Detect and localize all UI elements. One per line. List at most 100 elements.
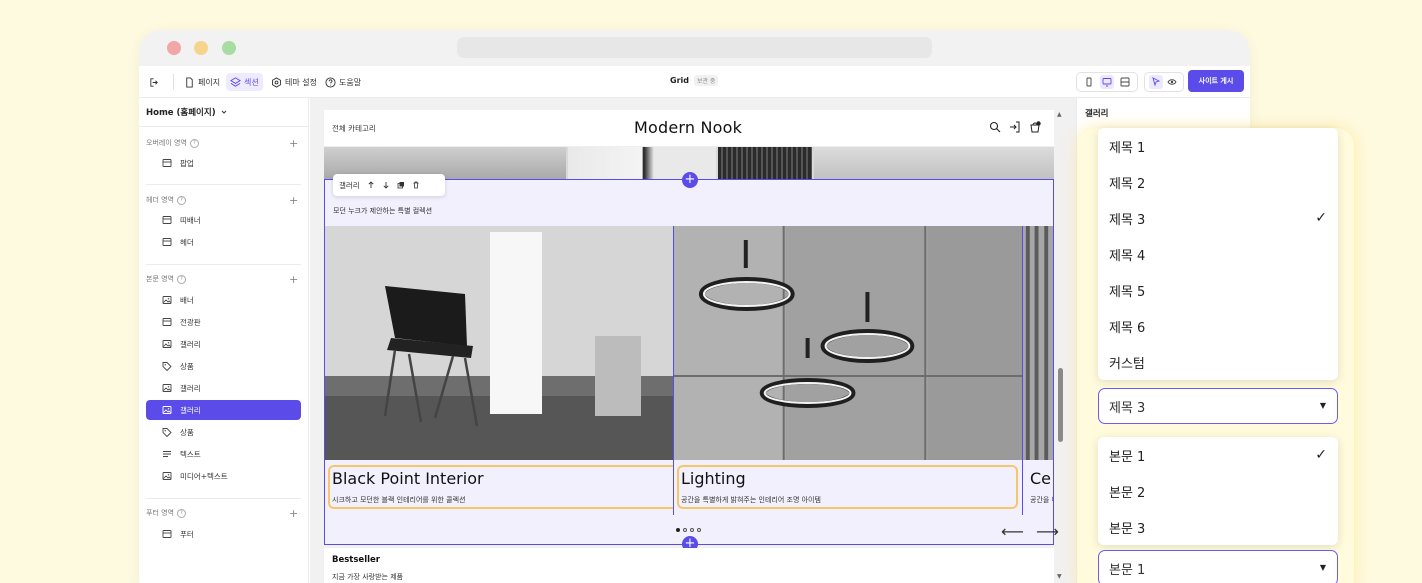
sidebar-item[interactable]: 상품 bbox=[146, 356, 301, 376]
help-icon[interactable]: ? bbox=[177, 195, 186, 205]
bestseller-section[interactable]: Bestseller 지금 가장 사랑받는 제품 bbox=[324, 548, 1054, 583]
publish-site-button[interactable]: 사이트 게시 bbox=[1188, 70, 1244, 92]
card-title[interactable]: Lighting bbox=[681, 469, 746, 488]
move-up-icon[interactable] bbox=[367, 181, 375, 189]
group-footer-label: 푸터 영역 bbox=[146, 509, 174, 517]
text-icon bbox=[162, 449, 172, 459]
menu-item[interactable]: 본문 1 ✓ bbox=[1098, 437, 1338, 473]
add-overlay-button[interactable]: + bbox=[289, 138, 298, 149]
help-icon[interactable]: ? bbox=[177, 508, 186, 518]
maximize-window-button[interactable] bbox=[222, 41, 236, 55]
card-title[interactable]: Ce bbox=[1030, 469, 1051, 488]
tab-help-label: 도움말 bbox=[339, 77, 362, 87]
group-header: 헤더 영역? bbox=[146, 195, 186, 205]
split-view-button[interactable] bbox=[1118, 75, 1132, 89]
preview-button[interactable] bbox=[1165, 75, 1179, 89]
body-style-value: 본문 1 bbox=[1109, 562, 1146, 578]
sidebar-item-label: 상품 bbox=[180, 427, 194, 437]
title-style-value: 제목 3 bbox=[1109, 400, 1146, 416]
minimize-window-button[interactable] bbox=[194, 41, 208, 55]
sidebar-item[interactable]: 띠배너 bbox=[146, 210, 301, 230]
menu-item[interactable]: 본문 3 bbox=[1098, 509, 1338, 545]
trash-icon[interactable] bbox=[412, 181, 420, 189]
sidebar-item[interactable]: 팝업 bbox=[146, 153, 301, 173]
sidebar-item[interactable]: 전광판 bbox=[146, 312, 301, 332]
card-title[interactable]: Black Point Interior bbox=[332, 469, 484, 488]
sidebar-item[interactable]: 갤러리 bbox=[146, 400, 301, 420]
card-image bbox=[325, 226, 673, 460]
add-header-button[interactable]: + bbox=[289, 195, 298, 206]
gallery-card[interactable]: Black Point Interior 시크하고 모던한 블랙 인테리어를 위… bbox=[325, 226, 673, 515]
arrow-left-icon[interactable]: ⟵ bbox=[1001, 522, 1024, 541]
layout-icon bbox=[162, 237, 172, 247]
site-brand[interactable]: Modern Nook bbox=[634, 118, 742, 137]
menu-item-label: 제목 2 bbox=[1109, 176, 1146, 192]
tab-help[interactable]: 도움말 bbox=[325, 73, 361, 91]
close-window-button[interactable] bbox=[167, 41, 181, 55]
help-icon[interactable]: ? bbox=[177, 274, 186, 284]
card-description[interactable]: 시크하고 모던한 블랙 인테리어를 위한 콜렉션 bbox=[332, 495, 466, 505]
menu-item[interactable]: 커스텀 bbox=[1098, 344, 1338, 380]
desktop-view-button[interactable] bbox=[1100, 75, 1114, 89]
cart-icon[interactable] bbox=[1029, 121, 1041, 133]
move-down-icon[interactable] bbox=[382, 181, 390, 189]
tab-section[interactable]: 섹션 bbox=[226, 73, 263, 91]
card-description[interactable]: 공간을 아 bbox=[1030, 495, 1053, 505]
card-description[interactable]: 공간을 특별하게 밝혀주는 인테리어 조명 아이템 bbox=[681, 495, 821, 505]
editor-toolbar: 페이지 섹션 테마 설정 도움말 Grid 보관 중 사이트 게시 bbox=[139, 66, 1250, 98]
duplicate-icon[interactable] bbox=[397, 181, 405, 189]
search-icon[interactable] bbox=[989, 121, 1001, 133]
mobile-view-button[interactable] bbox=[1082, 75, 1096, 89]
scroll-down-icon[interactable]: ▼ bbox=[1057, 573, 1062, 580]
sidebar-item[interactable]: 배너 bbox=[146, 290, 301, 310]
menu-item[interactable]: 제목 3 ✓ bbox=[1098, 200, 1338, 236]
exit-icon bbox=[150, 77, 158, 87]
image-icon bbox=[162, 295, 172, 305]
address-bar[interactable] bbox=[457, 37, 932, 58]
add-body-button[interactable]: + bbox=[289, 274, 298, 285]
scrollbar-thumb[interactable] bbox=[1058, 368, 1063, 442]
sidebar-item[interactable]: 텍스트 bbox=[146, 444, 301, 464]
pagination-dot[interactable] bbox=[676, 528, 680, 532]
menu-item[interactable]: 제목 1 bbox=[1098, 128, 1338, 164]
gallery-card[interactable]: Ce 공간을 아 bbox=[1022, 226, 1053, 515]
menu-item[interactable]: 제목 6 bbox=[1098, 308, 1338, 344]
title-style-select[interactable]: 제목 3 ▼ bbox=[1098, 388, 1338, 424]
add-section-above-button[interactable]: + bbox=[682, 172, 698, 188]
scroll-up-icon[interactable]: ▲ bbox=[1057, 111, 1062, 118]
menu-item[interactable]: 제목 2 bbox=[1098, 164, 1338, 200]
toolbar-divider bbox=[173, 74, 174, 90]
sidebar-item[interactable]: 푸터 bbox=[146, 524, 301, 544]
sidebar-item[interactable]: 미디어+텍스트 bbox=[146, 466, 301, 486]
exit-button[interactable] bbox=[149, 73, 160, 91]
sidebar-item-label: 갤러리 bbox=[180, 383, 201, 393]
sidebar-item[interactable]: 헤더 bbox=[146, 232, 301, 252]
canvas-scrollbar[interactable]: ▲ ▼ bbox=[1056, 110, 1064, 580]
pagination-dot[interactable] bbox=[690, 528, 694, 532]
help-icon[interactable]: ? bbox=[189, 138, 199, 148]
menu-item[interactable]: 제목 4 bbox=[1098, 236, 1338, 272]
document-name: Grid bbox=[670, 76, 689, 85]
image bbox=[718, 147, 812, 179]
menu-item[interactable]: 제목 5 bbox=[1098, 272, 1338, 308]
gallery-section[interactable]: + 갤러리 모던 누크가 제안하는 특별 컬렉션 Black Point Int… bbox=[324, 172, 1059, 552]
add-footer-button[interactable]: + bbox=[289, 508, 298, 519]
tab-theme-settings[interactable]: 테마 설정 bbox=[271, 73, 317, 91]
gallery-card[interactable]: Lighting 공간을 특별하게 밝혀주는 인테리어 조명 아이템 bbox=[673, 226, 1022, 515]
sidebar-item[interactable]: 갤러리 bbox=[146, 378, 301, 398]
login-icon[interactable] bbox=[1009, 121, 1021, 133]
window-titlebar bbox=[139, 30, 1250, 66]
category-menu[interactable]: 전체 카테고리 bbox=[332, 123, 376, 134]
select-tool-button[interactable] bbox=[1149, 75, 1163, 89]
sidebar-item[interactable]: 갤러리 bbox=[146, 334, 301, 354]
pagination-dot[interactable] bbox=[697, 528, 701, 532]
pagination-dot[interactable] bbox=[683, 528, 687, 532]
cursor-icon bbox=[1152, 77, 1161, 87]
site-header[interactable]: 전체 카테고리 Modern Nook bbox=[324, 110, 1054, 147]
page-selector[interactable]: Home (홈페이지) bbox=[146, 106, 228, 118]
menu-item[interactable]: 본문 2 bbox=[1098, 473, 1338, 509]
card-image bbox=[1023, 226, 1053, 460]
body-style-select[interactable]: 본문 1 ▼ bbox=[1098, 550, 1338, 583]
sidebar-item[interactable]: 상품 bbox=[146, 422, 301, 442]
tab-page[interactable]: 페이지 bbox=[184, 73, 220, 91]
